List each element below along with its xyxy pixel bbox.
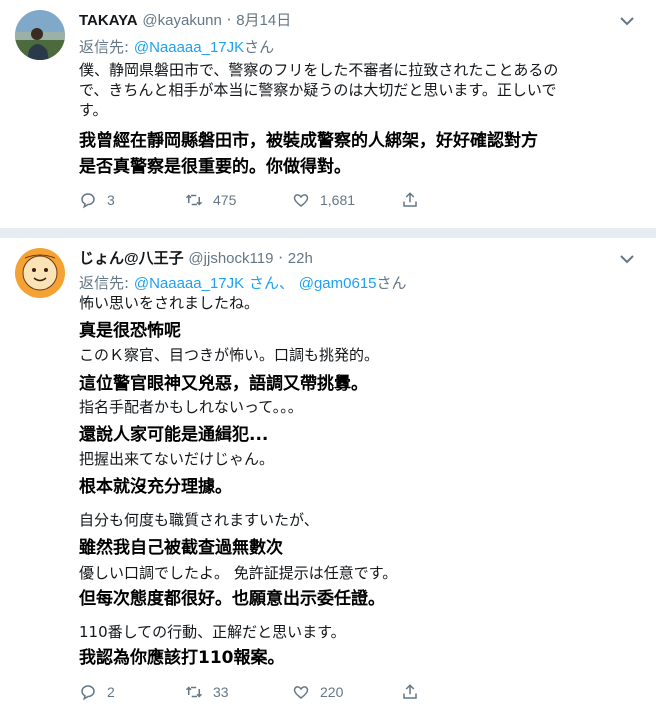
display-name[interactable]: TAKAYA [79,12,138,29]
tweet-text-jp-line: 優しい口調でしたよ。 免許証提示は任意です。 [79,564,398,582]
tweet-actions: 3 475 1,681 [79,190,639,210]
reply-icon [81,685,95,701]
reply-button[interactable]: 3 [79,190,115,210]
reply-button[interactable]: 2 [79,682,115,702]
reply-icon [81,193,95,209]
retweet-button[interactable]: 33 [185,682,229,702]
tweet-divider [0,228,656,238]
tweet-jon[interactable]: じょん@八王子 @jjshock119 · 22h 返信先: @Naaaaa_1… [0,238,656,726]
mention-link[interactable]: @Naaaaa_17JK [134,275,244,292]
translation-line: 還說人家可能是通緝犯... [79,425,269,445]
tweet-header: TAKAYA @kayakunn · 8月14日 [79,9,291,30]
share-icon [403,192,417,207]
share-button[interactable] [401,682,419,702]
like-button[interactable]: 220 [292,682,343,702]
translation-line: 我曾經在靜岡縣磐田市，被裝成警察的人綁架，好好確認對方 [79,131,538,151]
like-count: 1,681 [320,192,356,208]
mention-suffix: さん、 [248,275,294,292]
avatar[interactable] [15,248,65,298]
translation-line: 是否真警察是很重要的。你做得對。 [79,157,351,177]
separator: · [278,249,283,267]
translation-line: 真是很恐怖呢 [79,321,181,341]
reply-count: 2 [107,684,115,700]
like-button[interactable]: 1,681 [292,190,355,210]
chevron-down-icon[interactable] [620,16,634,26]
display-name[interactable]: じょん@八王子 [79,250,184,267]
reply-count: 3 [107,192,115,208]
translation-line: 根本就沒充分理據。 [79,477,232,497]
avatar-character-icon [15,248,65,298]
tweet-text-jp-line: 自分も何度も職質されますいたが、 [79,511,319,529]
tweet-actions: 2 33 220 [79,682,639,702]
mention-suffix: さん [376,274,407,292]
user-handle[interactable]: @jjshock119 [188,250,273,267]
translation-line: 但每次態度都很好。也願意出示委任證。 [79,589,385,609]
share-button[interactable] [401,190,419,210]
tweet-text-jp-line: 把握出来てないだけじゃん。 [79,450,275,468]
reply-prefix: 返信先: [79,38,130,56]
retweet-count: 33 [213,684,229,700]
tweet-text-jp-line: 指名手配者かもしれないって。。。 [79,398,303,416]
mention-link[interactable]: @Naaaaa_17JK [134,39,244,56]
like-count: 220 [320,684,344,700]
tweet-text-jp-line: で、きちんと相手が本当に警察か疑うのは大切だと思います。正しいで [79,81,557,99]
avatar-photo-icon [15,10,65,60]
retweet-icon [185,194,203,206]
reply-to: 返信先: @Naaaaa_17JKさん [79,36,274,57]
translation-line: 這位警官眼神又兇惡，語調又帶挑釁。 [79,374,368,394]
timestamp[interactable]: 22h [288,250,313,267]
retweet-icon [185,686,203,698]
tweet-header: じょん@八王子 @jjshock119 · 22h [79,247,313,268]
mention-suffix: さん [244,38,275,56]
translation-line: 我認為你應該打110報案。 [79,648,285,668]
chevron-down-icon[interactable] [620,254,634,264]
timestamp[interactable]: 8月14日 [236,12,291,29]
user-handle[interactable]: @kayakunn [142,12,221,29]
reply-to: 返信先: @Naaaaa_17JK さん、 @gam0615さん [79,272,407,293]
avatar[interactable] [15,10,65,60]
tweet-takaya[interactable]: TAKAYA @kayakunn · 8月14日 返信先: @Naaaaa_17… [0,0,656,228]
share-icon [403,684,417,699]
reply-prefix: 返信先: [79,274,130,292]
heart-icon [293,194,309,207]
tweet-text-jp-line: 怖い思いをされましたね。 [79,294,260,312]
tweet-text-jp-line: す。 [79,101,108,119]
tweet-text-jp-line: このＫ察官、目つきが怖い。口調も挑発的。 [79,346,380,364]
tweet-text-jp-line: 僕、静岡県磐田市で、警察のフリをした不審者に拉致されたことあるの [79,61,559,79]
heart-icon [293,686,309,699]
retweet-button[interactable]: 475 [185,190,236,210]
separator: · [226,11,232,29]
retweet-count: 475 [213,192,237,208]
mention-link[interactable]: @gam0615 [299,275,377,292]
translation-line: 雖然我自己被截查過無數次 [79,538,283,558]
tweet-text-jp-line: 110番しての行動、正解だと思います。 [79,623,346,641]
